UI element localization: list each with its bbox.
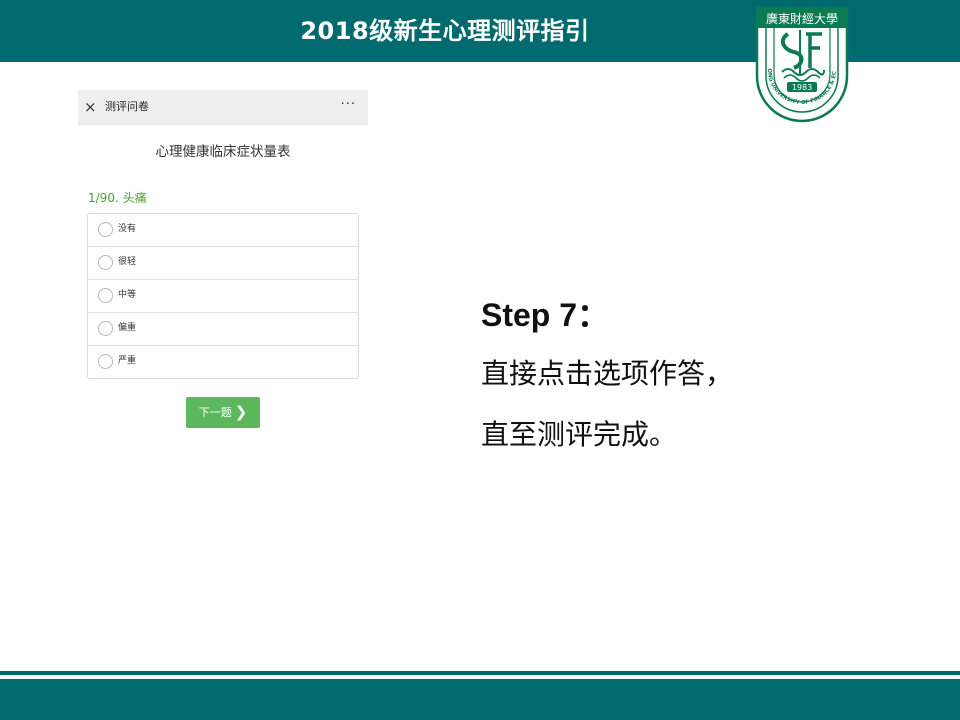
instruction-line-1: 直接点击选项作答， <box>481 357 734 390</box>
close-icon[interactable]: × <box>84 90 97 124</box>
phone-header-bar: × 测评问卷 ··· <box>78 90 368 125</box>
footer-divider <box>0 671 960 675</box>
radio-icon[interactable] <box>98 222 113 237</box>
question-text: 1/90. 头痛 <box>88 191 147 205</box>
footer-band <box>0 679 960 720</box>
option-label: 偏重 <box>118 323 137 333</box>
next-button-label: 下一题 <box>198 406 232 419</box>
survey-title: 心理健康临床症状量表 <box>155 144 291 160</box>
options-list: 没有 很轻 中等 偏重 严重 <box>87 213 359 379</box>
university-logo: 廣東財經大學 GUANGDONG UNIVERSITY OF FINANCE &… <box>754 4 849 123</box>
option-label: 严重 <box>118 356 137 366</box>
option-item[interactable]: 严重 <box>88 346 358 378</box>
radio-icon[interactable] <box>98 354 113 369</box>
logo-top-text: 廣東財經大學 <box>766 11 838 26</box>
option-item[interactable]: 没有 <box>88 214 358 247</box>
chevron-right-icon: ❯ <box>234 403 248 421</box>
step-heading: Step 7： <box>481 297 610 333</box>
option-label: 很轻 <box>118 257 137 267</box>
option-label: 中等 <box>118 290 137 300</box>
phone-header-title: 测评问卷 <box>105 100 149 113</box>
radio-icon[interactable] <box>98 255 113 270</box>
option-item[interactable]: 很轻 <box>88 247 358 280</box>
instruction-line-2: 直至测评完成。 <box>481 418 678 451</box>
option-label: 没有 <box>118 224 137 234</box>
next-question-button[interactable]: 下一题 ❯ <box>186 397 260 428</box>
radio-icon[interactable] <box>98 288 113 303</box>
radio-icon[interactable] <box>98 321 113 336</box>
option-item[interactable]: 偏重 <box>88 313 358 346</box>
logo-year: 1983 <box>792 83 812 92</box>
option-item[interactable]: 中等 <box>88 280 358 313</box>
more-icon[interactable]: ··· <box>341 90 356 120</box>
